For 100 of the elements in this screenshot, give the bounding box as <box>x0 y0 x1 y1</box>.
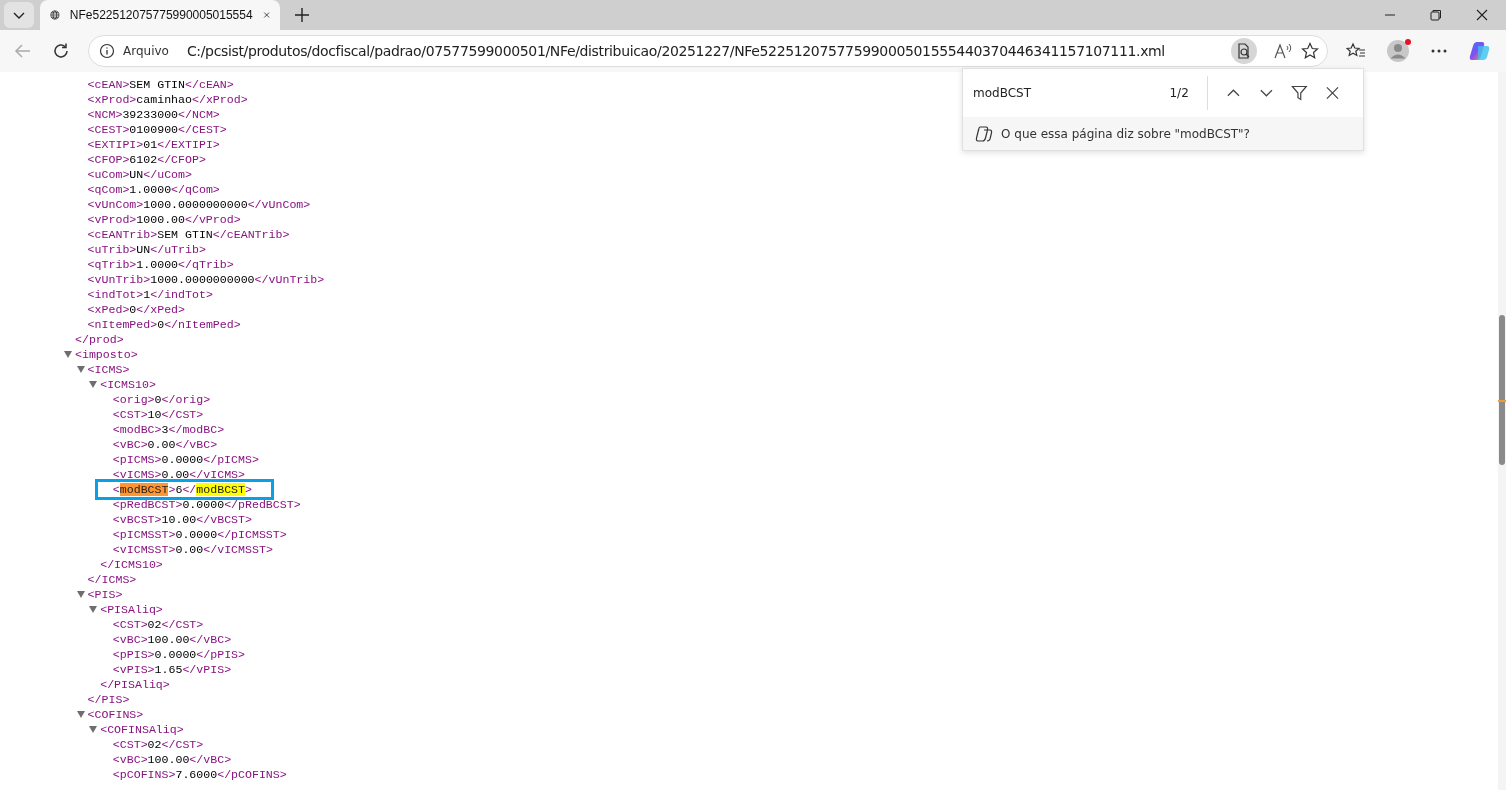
closing-tag: </CEST> <box>178 123 227 136</box>
element-value: 02 <box>147 618 162 631</box>
element-value: 1.0000 <box>129 183 172 196</box>
more-menu-icon[interactable] <box>1430 48 1448 54</box>
opening-tag: <cEANTrib> <box>87 228 158 241</box>
closing-tag: </nItemPed> <box>164 318 241 331</box>
opening-tag: <pPIS> <box>112 648 155 661</box>
closing-tag: </xPed> <box>136 303 185 316</box>
filter-icon[interactable] <box>1291 84 1309 102</box>
address-bar[interactable]: Arquivo C:/pcsist/produtos/docfiscal/padrao/07577599000501/NFe/distribuicao/20251227/NFe52251207577599000501555440370446341157107111.xml <box>88 35 1328 67</box>
opening-tag: <vProd> <box>87 213 137 226</box>
opening-tag: <PIS> <box>87 588 123 601</box>
find-on-page-button[interactable] <box>1231 38 1257 64</box>
info-icon[interactable] <box>99 43 115 59</box>
element-value: 0 <box>129 303 137 316</box>
expand-triangle-icon[interactable] <box>76 366 85 373</box>
opening-tag: <cEAN> <box>87 78 130 91</box>
close-icon[interactable] <box>1326 86 1339 100</box>
opening-tag: <vUnTrib> <box>87 273 151 286</box>
element-value: caminhao <box>136 93 192 106</box>
element-value: 10.00 <box>161 513 197 526</box>
opening-tag: <vUnCom> <box>87 198 144 211</box>
new-tab-icon[interactable] <box>294 7 310 23</box>
reload-icon[interactable] <box>52 42 70 60</box>
closing-tag: </xProd> <box>191 93 248 106</box>
restore-icon[interactable] <box>1430 9 1442 21</box>
opening-tag: <CST> <box>112 408 148 421</box>
close-window-icon[interactable] <box>1476 9 1488 21</box>
ask-suggestion[interactable]: O que essa página diz sobre "modBCST"? <box>963 117 1363 150</box>
expand-triangle-icon[interactable] <box>89 381 98 388</box>
match-count: 1/2 <box>1169 86 1189 100</box>
scrollbar[interactable] <box>1498 72 1506 790</box>
opening-tag: <CST> <box>112 738 148 751</box>
element-value: 3 <box>161 423 169 436</box>
closing-tag: </vBC> <box>189 753 232 766</box>
opening-tag: <vICMS> <box>112 468 162 481</box>
scrollbar-thumb[interactable] <box>1499 315 1505 465</box>
opening-tag: <vICMSST> <box>112 543 176 556</box>
opening-tag: <uCom> <box>87 168 130 181</box>
expand-triangle-icon[interactable] <box>76 591 85 598</box>
opening-tag: <ICMS10> <box>100 378 156 391</box>
profile-avatar-icon[interactable] <box>1386 39 1410 63</box>
closing-tag: </CST> <box>161 408 204 421</box>
tag-bracket: > <box>168 483 176 496</box>
element-value: 1000.00 <box>136 213 185 226</box>
closing-tag: </vPIS> <box>182 663 232 676</box>
closing-tag: </NCM> <box>178 108 220 121</box>
tab-title: NFe522512075775990005015554 <box>69 8 253 22</box>
element-value: 1000.0000000000 <box>143 198 248 211</box>
closing-tag: </pICMSST> <box>217 528 287 541</box>
globe-icon <box>50 7 60 23</box>
closing-tag: </CFOP> <box>157 153 206 166</box>
opening-tag: <orig> <box>112 393 155 406</box>
closing-tag: </vICMS> <box>189 468 245 481</box>
element-value: 7.6000 <box>175 768 218 781</box>
expand-triangle-icon[interactable] <box>64 351 72 358</box>
opening-tag: <pICMS> <box>112 453 162 466</box>
opening-tag: <CST> <box>112 618 148 631</box>
opening-tag: <vPIS> <box>112 663 155 676</box>
opening-tag: <PISAliq> <box>100 603 163 616</box>
element-value: 0 <box>157 318 165 331</box>
read-aloud-icon[interactable] <box>1273 42 1293 60</box>
expand-triangle-icon[interactable] <box>76 711 85 718</box>
closing-tag: </EXTIPI> <box>157 138 220 151</box>
element-value: 6 <box>175 483 183 496</box>
closing-tag: </indTot> <box>150 288 213 301</box>
closing-tag: </prod> <box>75 333 124 346</box>
element-value: UN <box>129 168 144 181</box>
element-value: 0.00 <box>147 438 176 451</box>
browser-tab[interactable]: NFe522512075775990005015554 <box>40 0 280 30</box>
opening-tag: <EXTIPI> <box>87 138 144 151</box>
element-value: 0100900 <box>129 123 179 136</box>
element-value: 1.0000 <box>136 258 179 271</box>
element-value: 1.65 <box>154 663 183 676</box>
expand-triangle-icon[interactable] <box>89 726 98 733</box>
closing-tag: </CST> <box>161 618 204 631</box>
opening-tag: <xProd> <box>87 93 137 106</box>
assistant-logo-icon[interactable] <box>1468 39 1492 63</box>
closing-tag: </vBC> <box>189 633 232 646</box>
element-value: 0 <box>154 393 162 406</box>
close-icon[interactable] <box>262 9 270 21</box>
tab-list-button[interactable] <box>4 2 34 28</box>
closing-tag: </pICMS> <box>203 453 259 466</box>
closing-tag: </modBC> <box>168 423 225 436</box>
opening-tag: <modBC> <box>112 423 162 436</box>
closing-tag: </ICMS> <box>87 573 137 586</box>
closing-tag: </uCom> <box>143 168 192 181</box>
element-value: 10 <box>147 408 162 421</box>
expand-triangle-icon[interactable] <box>89 606 98 613</box>
opening-tag: <vBC> <box>112 633 148 646</box>
find-match-marker <box>1498 400 1506 402</box>
element-value: 02 <box>147 738 162 751</box>
opening-tag: <vBC> <box>112 753 148 766</box>
opening-tag: <uTrib> <box>87 243 137 256</box>
tag-bracket: < <box>112 483 120 496</box>
favorites-icon[interactable] <box>1346 42 1366 60</box>
element-value: 0.0000 <box>182 498 225 511</box>
closing-tag: </vUnCom> <box>247 198 311 211</box>
star-icon[interactable] <box>1301 42 1319 60</box>
closing-tag: </cEAN> <box>185 78 234 91</box>
